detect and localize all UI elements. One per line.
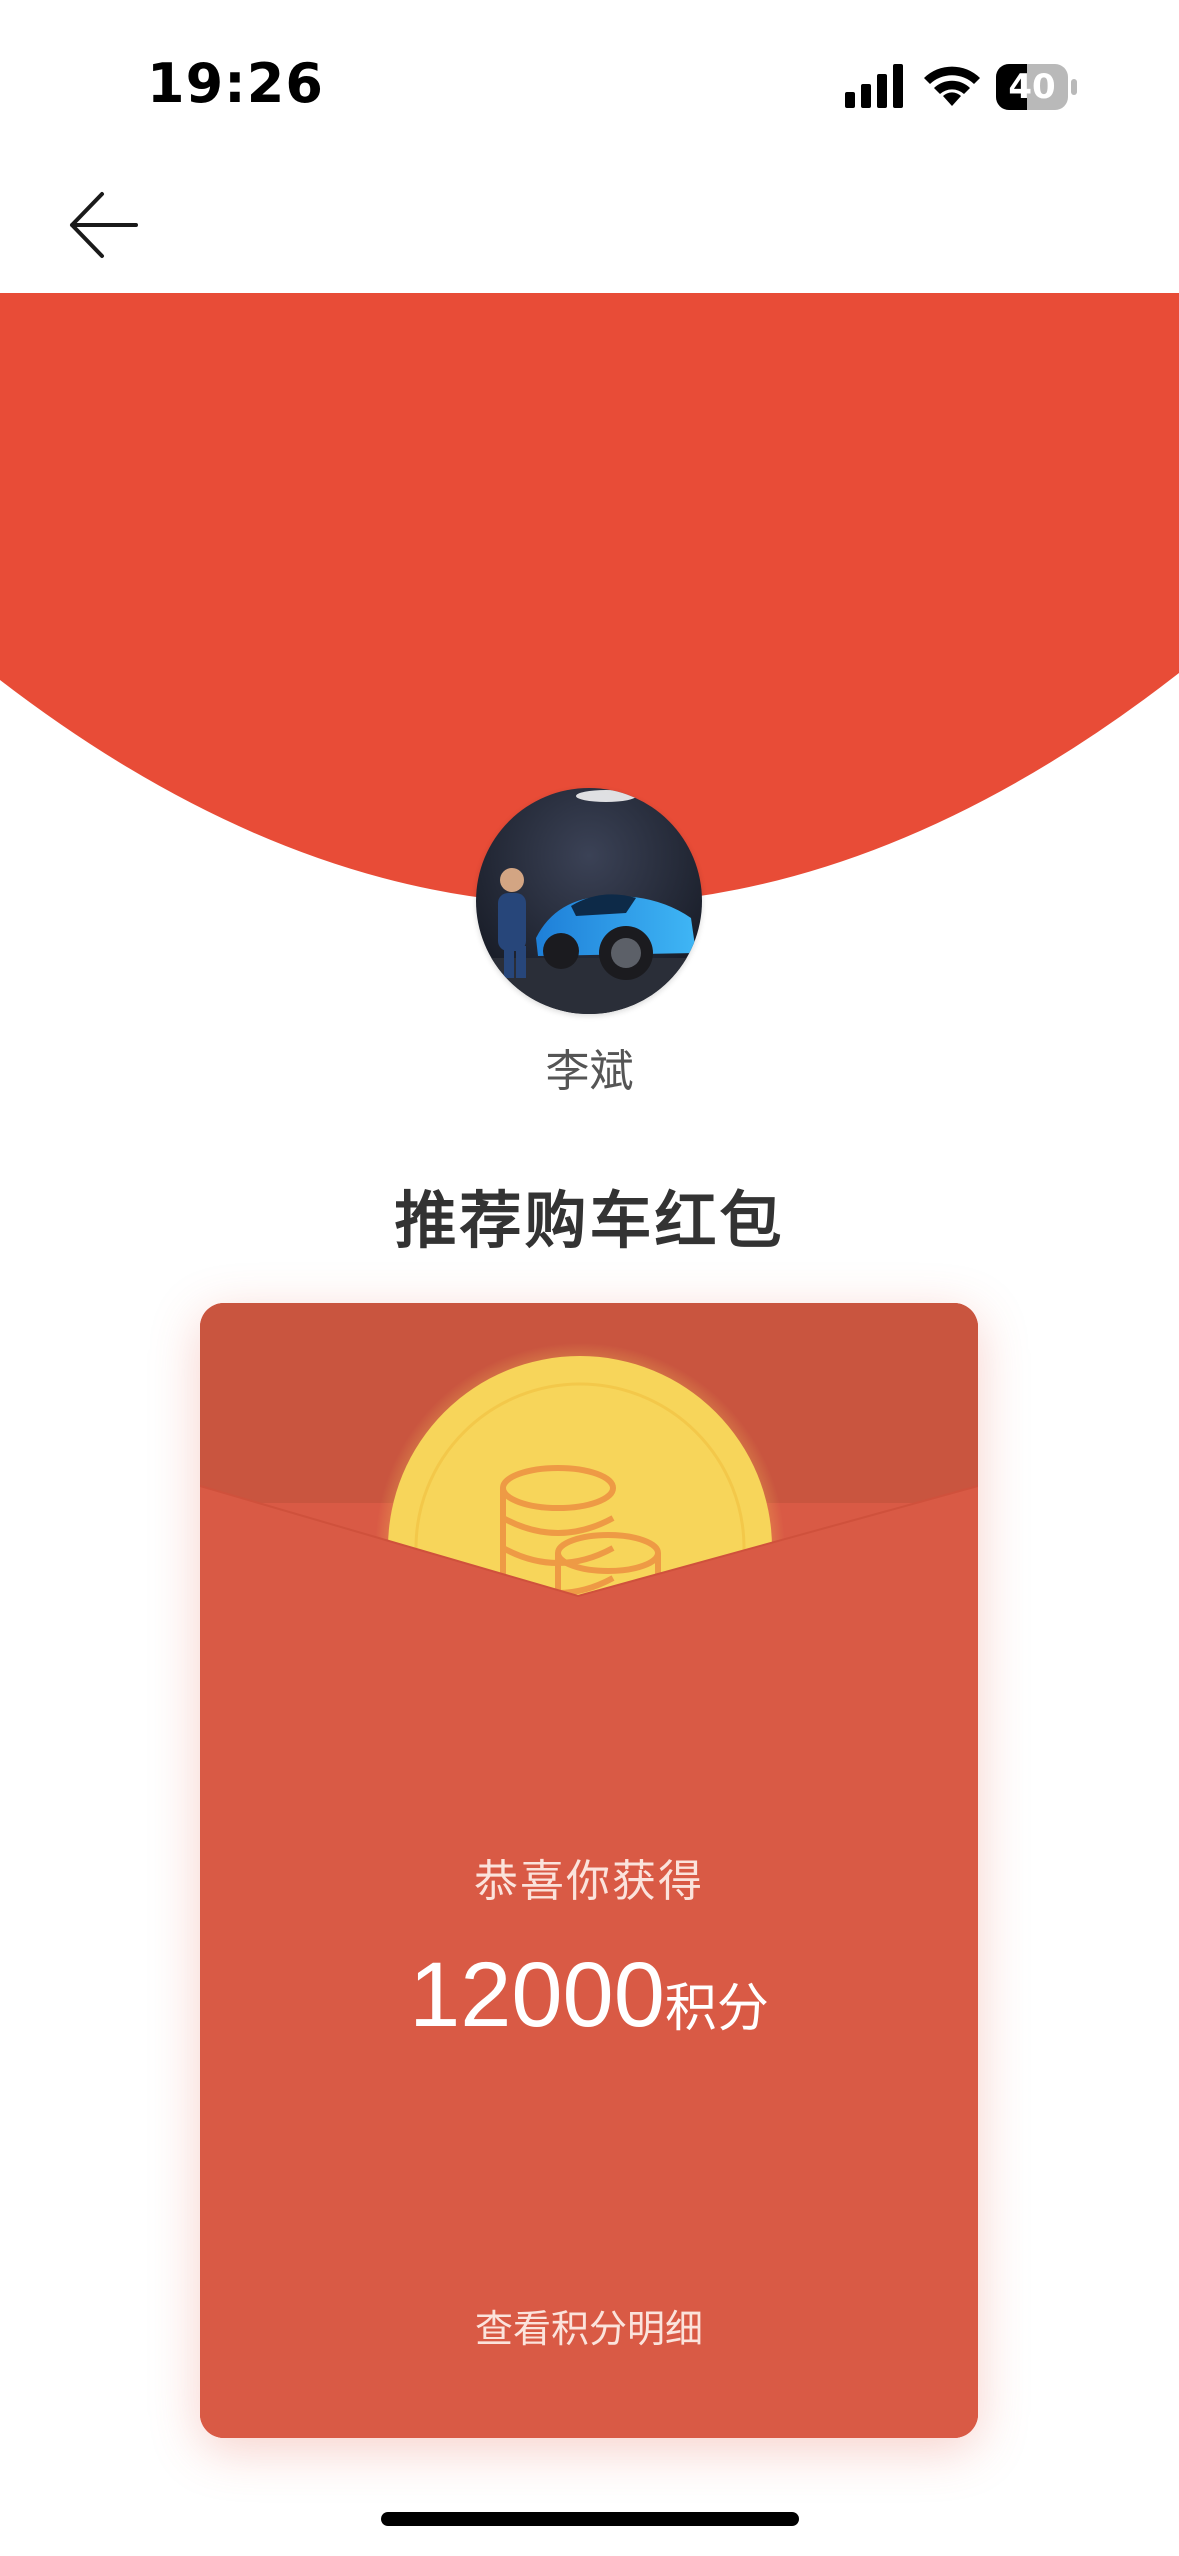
points-amount: 12000积分 <box>200 1943 978 2048</box>
red-envelope-card[interactable]: 恭喜你获得 12000积分 查看积分明细 <box>200 1303 978 2438</box>
battery-icon: 40 <box>996 64 1078 110</box>
home-indicator[interactable] <box>381 2512 799 2526</box>
back-button[interactable] <box>60 180 150 270</box>
battery-level: 40 <box>1008 67 1056 107</box>
user-name: 李斌 <box>545 1046 634 1097</box>
points-value: 12000 <box>409 1944 665 2046</box>
arrow-left-icon <box>70 192 138 258</box>
status-time: 19:26 <box>147 52 324 115</box>
points-unit: 积分 <box>664 1979 769 2039</box>
status-bar: 19:26 40 <box>0 0 1179 150</box>
nav-bar <box>0 150 1179 293</box>
wifi-icon <box>924 66 980 106</box>
signal-icon <box>845 64 903 108</box>
page-title: 推荐购车红包 <box>394 1184 785 1257</box>
avatar[interactable] <box>476 788 702 1014</box>
view-points-details-link[interactable]: 查看积分明细 <box>200 2298 978 2353</box>
congrats-text: 恭喜你获得 <box>474 1856 704 1907</box>
